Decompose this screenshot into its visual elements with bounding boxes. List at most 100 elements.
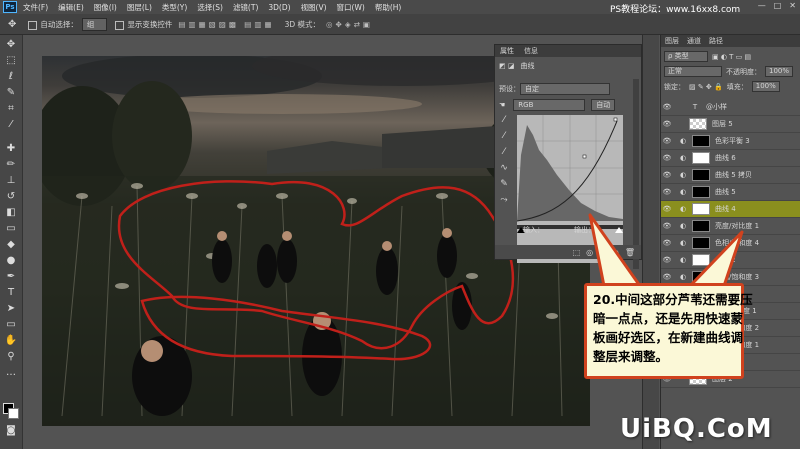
view-previous-icon[interactable]: ◎ bbox=[586, 248, 593, 257]
tab-info[interactable]: 信息 bbox=[519, 46, 543, 56]
eyedropper-icon[interactable]: ⁄ bbox=[4, 119, 18, 131]
curves-graph[interactable] bbox=[516, 115, 623, 263]
tab-layers[interactable]: 图层 bbox=[661, 36, 683, 46]
auto-select-checkbox[interactable] bbox=[28, 20, 38, 30]
menu-edit[interactable]: 编辑(E) bbox=[58, 2, 84, 13]
properties-scrollbar[interactable] bbox=[633, 79, 639, 269]
auto-button[interactable]: 自动 bbox=[591, 99, 616, 111]
layer-row[interactable]: 👁 T @小样 bbox=[661, 99, 800, 116]
visibility-eye-icon[interactable]: 👁 bbox=[661, 188, 673, 196]
zoom-icon[interactable]: ⚲ bbox=[4, 351, 18, 363]
more-tools-icon[interactable]: … bbox=[4, 367, 18, 379]
shape-icon[interactable]: ▭ bbox=[4, 319, 18, 331]
visibility-eye-icon[interactable]: 👁 bbox=[661, 120, 673, 128]
layer-mask-thumbnail[interactable] bbox=[692, 271, 710, 283]
eyedropper-black-icon[interactable]: ⁄ bbox=[497, 115, 511, 131]
blend-mode-dropdown[interactable]: 正常 bbox=[664, 66, 722, 77]
layer-row[interactable]: 👁 ◐ 色彩平衡 3 bbox=[661, 133, 800, 150]
layer-mask-thumbnail[interactable] bbox=[692, 135, 710, 147]
delete-icon[interactable]: 🗑 bbox=[625, 248, 635, 257]
blur-icon[interactable]: ◆ bbox=[4, 239, 18, 251]
menu-window[interactable]: 窗口(W) bbox=[337, 2, 365, 13]
lasso-icon[interactable]: ℓ bbox=[4, 71, 18, 83]
layer-row[interactable]: 👁 图层 5 bbox=[661, 116, 800, 133]
clip-icon[interactable]: ⬚ bbox=[573, 248, 581, 257]
visibility-eye-icon[interactable]: 👁 bbox=[661, 239, 673, 247]
layer-mask-thumbnail[interactable] bbox=[692, 254, 710, 266]
move-tool-icon[interactable]: ✥ bbox=[8, 19, 16, 30]
healing-icon[interactable]: ✚ bbox=[4, 143, 18, 155]
eraser-icon[interactable]: ◧ bbox=[4, 207, 18, 219]
layer-row[interactable]: 👁 ◐ 曲线 5 bbox=[661, 184, 800, 201]
visibility-eye-icon[interactable]: 👁 bbox=[661, 154, 673, 162]
lock-icons[interactable]: ▨ ✎ ✥ 🔒 bbox=[689, 83, 723, 91]
eyedropper-gray-icon[interactable]: ⁄ bbox=[497, 131, 511, 147]
reset-icon[interactable]: ↺ bbox=[599, 248, 606, 257]
visibility-icon[interactable]: ◉ bbox=[612, 248, 619, 257]
layer-mask-thumbnail[interactable] bbox=[692, 152, 710, 164]
tab-properties[interactable]: 属性 bbox=[495, 46, 519, 56]
layer-thumbnail[interactable] bbox=[689, 118, 707, 130]
background-color-swatch[interactable] bbox=[8, 408, 19, 419]
menu-select[interactable]: 选择(S) bbox=[197, 2, 223, 13]
preset-dropdown[interactable]: 自定 bbox=[520, 83, 610, 95]
path-select-icon[interactable]: ➤ bbox=[4, 303, 18, 315]
hand-adjust-icon[interactable]: ☚ bbox=[499, 101, 505, 109]
menu-image[interactable]: 图像(I) bbox=[94, 2, 117, 13]
visibility-eye-icon[interactable]: 👁 bbox=[661, 273, 673, 281]
minimize-icon[interactable]: — bbox=[758, 1, 766, 10]
layer-mask-thumbnail[interactable] bbox=[692, 169, 710, 181]
tab-paths[interactable]: 路径 bbox=[705, 36, 727, 46]
dodge-icon[interactable]: ● bbox=[4, 255, 18, 267]
filter-icons[interactable]: ▣ ◐ T ▭ ▤ bbox=[712, 53, 751, 61]
menu-3d[interactable]: 3D(D) bbox=[268, 3, 290, 12]
fill-input[interactable]: 100% bbox=[751, 81, 780, 92]
visibility-eye-icon[interactable]: 👁 bbox=[661, 171, 673, 179]
menu-view[interactable]: 视图(V) bbox=[301, 2, 327, 13]
layer-mask-thumbnail[interactable] bbox=[692, 237, 710, 249]
clone-stamp-icon[interactable]: ⊥ bbox=[4, 175, 18, 187]
show-transform-checkbox[interactable] bbox=[115, 20, 125, 30]
layer-row[interactable]: 👁 ◐ 曲线 4 bbox=[661, 201, 800, 218]
menu-type[interactable]: 类型(Y) bbox=[162, 2, 187, 13]
visibility-eye-icon[interactable]: 👁 bbox=[661, 256, 673, 264]
crop-icon[interactable]: ⌗ bbox=[4, 103, 18, 115]
layer-row[interactable]: 👁 ◐ 色相/饱和度 4 bbox=[661, 235, 800, 252]
history-brush-icon[interactable]: ↺ bbox=[4, 191, 18, 203]
visibility-eye-icon[interactable]: 👁 bbox=[661, 205, 673, 213]
tab-channels[interactable]: 通道 bbox=[683, 36, 705, 46]
kind-filter-dropdown[interactable]: ρ 类型 bbox=[664, 51, 708, 62]
layer-row[interactable]: 👁 ◐ 曲线 2 bbox=[661, 252, 800, 269]
menu-filter[interactable]: 滤镜(T) bbox=[233, 2, 258, 13]
marquee-icon[interactable]: ⬚ bbox=[4, 55, 18, 67]
menu-file[interactable]: 文件(F) bbox=[23, 2, 48, 13]
close-icon[interactable]: ✕ bbox=[789, 1, 796, 10]
curve-point-icon[interactable]: ∿ bbox=[497, 163, 511, 179]
3d-tool-icons[interactable]: ◎✥◈⇄▣ bbox=[326, 20, 373, 29]
visibility-eye-icon[interactable]: 👁 bbox=[661, 103, 673, 111]
layer-row[interactable]: 👁 ◐ 曲线 6 bbox=[661, 150, 800, 167]
layer-mask-thumbnail[interactable] bbox=[692, 203, 710, 215]
maximize-icon[interactable]: □ bbox=[774, 1, 782, 10]
menu-layer[interactable]: 图层(L) bbox=[127, 2, 152, 13]
layer-row[interactable]: 👁 ◐ 曲线 5 拷贝 bbox=[661, 167, 800, 184]
quick-mask-icon[interactable]: ◙ bbox=[4, 425, 18, 437]
auto-select-dropdown[interactable]: 组 bbox=[81, 17, 108, 31]
brush-icon[interactable]: ✏ bbox=[4, 159, 18, 171]
smooth-icon[interactable]: ⤳ bbox=[497, 195, 511, 211]
align-icons[interactable]: ▤▥▦▧▨▩ ▤▥▦ bbox=[178, 20, 274, 29]
gradient-icon[interactable]: ▭ bbox=[4, 223, 18, 235]
visibility-eye-icon[interactable]: 👁 bbox=[661, 137, 673, 145]
channel-dropdown[interactable]: RGB bbox=[513, 99, 586, 111]
opacity-input[interactable]: 100% bbox=[765, 66, 794, 77]
layer-mask-thumbnail[interactable] bbox=[692, 186, 710, 198]
menu-help[interactable]: 帮助(H) bbox=[375, 2, 402, 13]
pencil-icon[interactable]: ✎ bbox=[497, 179, 511, 195]
visibility-eye-icon[interactable]: 👁 bbox=[661, 222, 673, 230]
quick-select-icon[interactable]: ✎ bbox=[4, 87, 18, 99]
hand-icon[interactable]: ✋ bbox=[4, 335, 18, 347]
eyedropper-white-icon[interactable]: ⁄ bbox=[497, 147, 511, 163]
layer-row[interactable]: 👁 ◐ 亮度/对比度 1 bbox=[661, 218, 800, 235]
layer-mask-thumbnail[interactable] bbox=[692, 220, 710, 232]
pen-icon[interactable]: ✒ bbox=[4, 271, 18, 283]
